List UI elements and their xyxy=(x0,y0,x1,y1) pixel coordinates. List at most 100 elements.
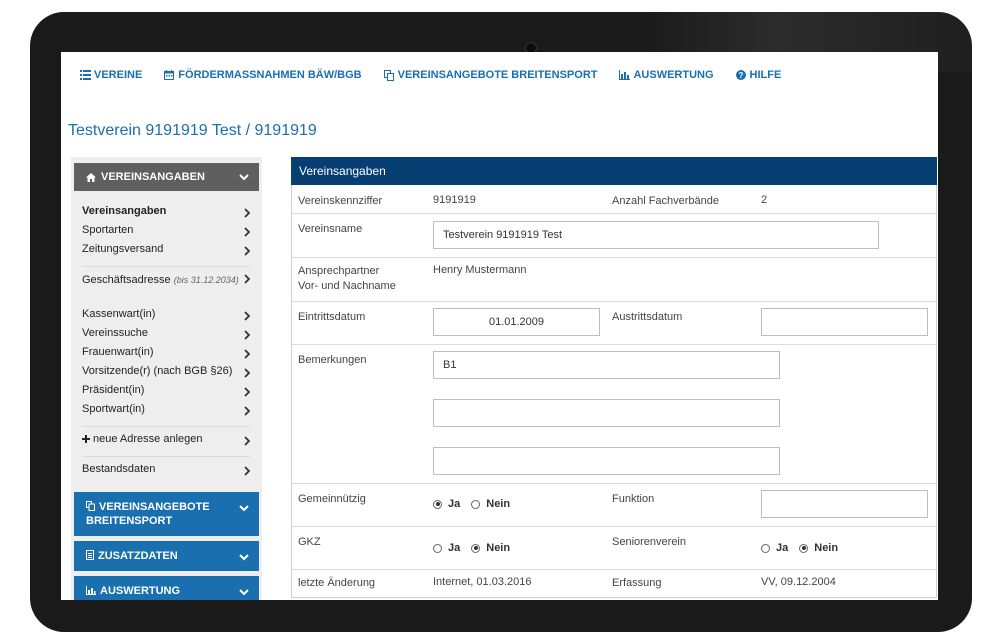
sidebar-section-vereinsangebote[interactable]: VEREINSANGEBOTE BREITENSPORT xyxy=(74,492,259,536)
sidebar-section-zusatzdaten[interactable]: ZUSATZDATEN xyxy=(74,541,259,571)
seniorenverein-label: Seniorenverein xyxy=(612,536,686,548)
gkz-label: GKZ xyxy=(298,536,321,548)
copy-icon xyxy=(86,501,95,511)
gkz-nein[interactable]: Nein xyxy=(471,542,510,554)
nav-vereinsangebote-label: VEREINSANGEBOTE BREITENSPORT xyxy=(397,69,598,81)
nav-foerdermassnahmen-label: FÖRDERMASSNAHMEN BÄW/BGB xyxy=(178,69,362,81)
sidebar-item-label: Sportarten xyxy=(82,224,134,236)
sidebar-section-auswertung[interactable]: AUSWERTUNG xyxy=(74,576,259,600)
sidebar-item-label: neue Adresse anlegen xyxy=(93,433,203,445)
seniorenverein-ja[interactable]: Ja xyxy=(761,542,788,554)
nav-foerdermassnahmen[interactable]: FÖRDERMASSNAHMEN BÄW/BGB xyxy=(163,69,362,81)
sidebar-item-label: Geschäftsadresse xyxy=(82,274,171,286)
nav-vereine[interactable]: VEREINE xyxy=(79,69,142,81)
radio-label: Ja xyxy=(448,542,461,554)
chevron-right-icon xyxy=(244,434,251,453)
chevron-down-icon xyxy=(239,551,249,565)
chevron-right-icon xyxy=(244,274,251,289)
bemerkungen-input-3[interactable] xyxy=(433,447,780,475)
funktion-input[interactable] xyxy=(761,490,928,518)
plus-icon xyxy=(82,435,90,443)
eintrittsdatum-input[interactable]: 01.01.2009 xyxy=(433,308,600,336)
sidebar-item-sportwart[interactable]: Sportwart(in) xyxy=(82,400,262,419)
gemeinnuetzig-nein[interactable]: Nein xyxy=(471,498,510,510)
nav-hilfe[interactable]: ? HILFE xyxy=(735,69,781,81)
row-vereinsname: Vereinsname Testverein 9191919 Test xyxy=(292,214,936,258)
sidebar-item-vereinsangaben[interactable]: Vereinsangaben xyxy=(82,202,262,221)
home-icon xyxy=(86,172,96,182)
sidebar-item-vorsitzende[interactable]: Vorsitzende(r) (nach BGB §26) xyxy=(82,362,262,381)
sidebar-item-praesident[interactable]: Präsident(in) xyxy=(82,381,262,400)
sidebar-item-label: Kassenwart(in) xyxy=(82,308,156,320)
sidebar-section-label: AUSWERTUNG xyxy=(100,585,181,597)
sidebar-item-bestandsdaten[interactable]: Bestandsdaten xyxy=(82,460,262,479)
austrittsdatum-input[interactable] xyxy=(761,308,928,336)
radio-checked[interactable] xyxy=(799,543,809,553)
bar-chart-icon xyxy=(86,586,96,595)
sidebar-item-sportarten[interactable]: Sportarten xyxy=(82,221,262,240)
radio-unchecked[interactable] xyxy=(471,499,481,509)
row-vereinskennziffer: Vereinskennziffer 9191919 Anzahl Fachver… xyxy=(292,185,936,214)
sidebar-divider xyxy=(82,456,250,457)
radio-unchecked[interactable] xyxy=(433,543,442,553)
sidebar-item-vereinssuche[interactable]: Vereinssuche xyxy=(82,324,262,343)
ansprechpartner-label-line2: Vor- und Nachname xyxy=(298,280,396,292)
sidebar-item-geschaeftsadresse[interactable]: Geschäftsadresse (bis 31.12.2034) xyxy=(82,270,262,305)
anzahl-fachverbaende-label: Anzahl Fachverbände xyxy=(612,195,720,207)
chevron-down-icon xyxy=(239,586,249,600)
gkz-radio-group: Ja Nein xyxy=(433,542,521,554)
seniorenverein-nein[interactable]: Nein xyxy=(799,542,838,554)
radio-label: Ja xyxy=(448,498,461,510)
gemeinnuetzig-radio-group: Ja Nein xyxy=(433,498,521,510)
vereinsname-label: Vereinsname xyxy=(298,223,363,235)
chevron-down-icon xyxy=(239,172,249,184)
vereinsangaben-panel: Vereinsangaben Vereinskennziffer 9191919… xyxy=(291,157,937,598)
nav-auswertung-label: AUSWERTUNG xyxy=(633,69,714,81)
list-icon xyxy=(79,70,91,81)
radio-checked[interactable] xyxy=(433,499,442,509)
sidebar-section-label: VEREINSANGEBOTE BREITENSPORT xyxy=(86,501,210,527)
chevron-right-icon xyxy=(244,244,251,263)
top-navigation: VEREINE FÖRDERMASSNAHMEN BÄW/BGB VEREINS… xyxy=(79,67,802,83)
chevron-right-icon xyxy=(244,464,251,483)
svg-text:?: ? xyxy=(738,71,743,80)
gemeinnuetzig-ja[interactable]: Ja xyxy=(433,498,460,510)
radio-checked[interactable] xyxy=(471,543,481,553)
radio-unchecked[interactable] xyxy=(761,543,770,553)
sidebar-divider xyxy=(82,266,250,267)
nav-auswertung[interactable]: AUSWERTUNG xyxy=(618,69,714,81)
gkz-ja[interactable]: Ja xyxy=(433,542,460,554)
sidebar-item-label: Sportwart(in) xyxy=(82,403,145,415)
erfassung-value: VV, 09.12.2004 xyxy=(761,576,836,588)
sidebar-item-neue-adresse[interactable]: neue Adresse anlegen xyxy=(82,430,262,449)
nav-vereine-label: VEREINE xyxy=(94,69,143,81)
row-gemeinnuetzig: Gemeinnützig Ja Nein Funktion xyxy=(292,484,936,527)
row-ansprechpartner: Ansprechpartner Vor- und Nachname Henry … xyxy=(292,258,936,302)
ansprechpartner-value: Henry Mustermann xyxy=(433,264,527,276)
sidebar-item-label: Vorsitzende(r) (nach BGB §26) xyxy=(82,365,233,377)
sidebar-divider xyxy=(82,426,250,427)
sidebar-item-frauenwart[interactable]: Frauenwart(in) xyxy=(82,343,262,362)
chevron-down-icon xyxy=(239,502,249,516)
bar-chart-icon xyxy=(618,70,630,81)
erfassung-label: Erfassung xyxy=(612,577,662,589)
vereinsname-input[interactable]: Testverein 9191919 Test xyxy=(433,221,879,249)
question-circle-icon: ? xyxy=(735,70,747,81)
calendar-icon xyxy=(163,70,175,81)
sidebar-item-zeitungsversand[interactable]: Zeitungsversand xyxy=(82,240,262,259)
bemerkungen-input-2[interactable] xyxy=(433,399,780,427)
bemerkungen-input-1[interactable]: B1 xyxy=(433,351,780,379)
gemeinnuetzig-label: Gemeinnützig xyxy=(298,493,366,505)
nav-vereinsangebote[interactable]: VEREINSANGEBOTE BREITENSPORT xyxy=(383,69,598,81)
sidebar-item-label: Zeitungsversand xyxy=(82,243,164,255)
sidebar-item-kassenwart[interactable]: Kassenwart(in) xyxy=(82,305,262,324)
bemerkungen-label: Bemerkungen xyxy=(298,354,367,366)
sidebar-item-note: (bis 31.12.2034) xyxy=(173,275,239,285)
chevron-right-icon xyxy=(244,404,251,423)
sidebar-item-label: Vereinsangaben xyxy=(82,205,167,217)
vereinskennziffer-value: 9191919 xyxy=(433,194,476,206)
seniorenverein-radio-group: Ja Nein xyxy=(761,542,849,554)
radio-label: Ja xyxy=(776,542,789,554)
austrittsdatum-label: Austrittsdatum xyxy=(612,311,683,323)
sidebar-header-vereinsangaben[interactable]: VEREINSANGABEN xyxy=(74,163,259,191)
